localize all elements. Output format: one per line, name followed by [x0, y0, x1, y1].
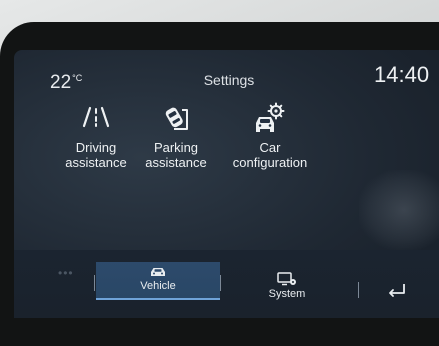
tab-system[interactable]: System: [240, 268, 334, 304]
menu-item-parking-assistance[interactable]: Parking assistance: [138, 102, 214, 170]
infotainment-screen: 22°C Settings 14:40 Driving assistance P…: [14, 50, 439, 318]
clock: 14:40: [374, 62, 430, 87]
dock-separator: [94, 275, 95, 291]
display-gear-icon: [277, 272, 296, 286]
menu-item-car-configuration[interactable]: Car configuration: [222, 102, 318, 170]
more-dots-icon[interactable]: •••: [58, 266, 74, 280]
page-title: Settings: [203, 72, 255, 88]
temperature-unit: °C: [72, 73, 83, 83]
tab-vehicle-label: Vehicle: [140, 280, 176, 292]
temperature-value: 22: [50, 72, 72, 93]
bottom-dock: [14, 250, 439, 318]
menu-item-driving-assistance[interactable]: Driving assistance: [58, 102, 134, 170]
car-icon: [151, 268, 165, 276]
road-lanes-icon: [82, 106, 110, 128]
temperature-readout: 22°C: [50, 72, 83, 94]
dock-separator: [220, 275, 221, 291]
dock-separator: [358, 282, 359, 298]
menu-item-label-line1: Parking: [153, 140, 199, 155]
menu-item-label-line2: assistance: [65, 155, 127, 170]
menu-item-label-line1: Car: [259, 140, 281, 155]
photo-background: 22°C Settings 14:40 Driving assistance P…: [0, 0, 439, 346]
back-arrow-icon: [389, 284, 405, 297]
tab-system-label: System: [268, 288, 306, 300]
back-button[interactable]: [382, 279, 412, 299]
car-gear-icon: [256, 102, 285, 132]
menu-item-label-line2: configuration: [232, 155, 308, 170]
menu-item-label-line1: Driving: [75, 140, 117, 155]
menu-item-label-line2: assistance: [145, 155, 207, 170]
tab-vehicle[interactable]: Vehicle: [96, 262, 220, 300]
parking-car-icon: [165, 107, 188, 130]
screen-glare: [359, 170, 439, 250]
